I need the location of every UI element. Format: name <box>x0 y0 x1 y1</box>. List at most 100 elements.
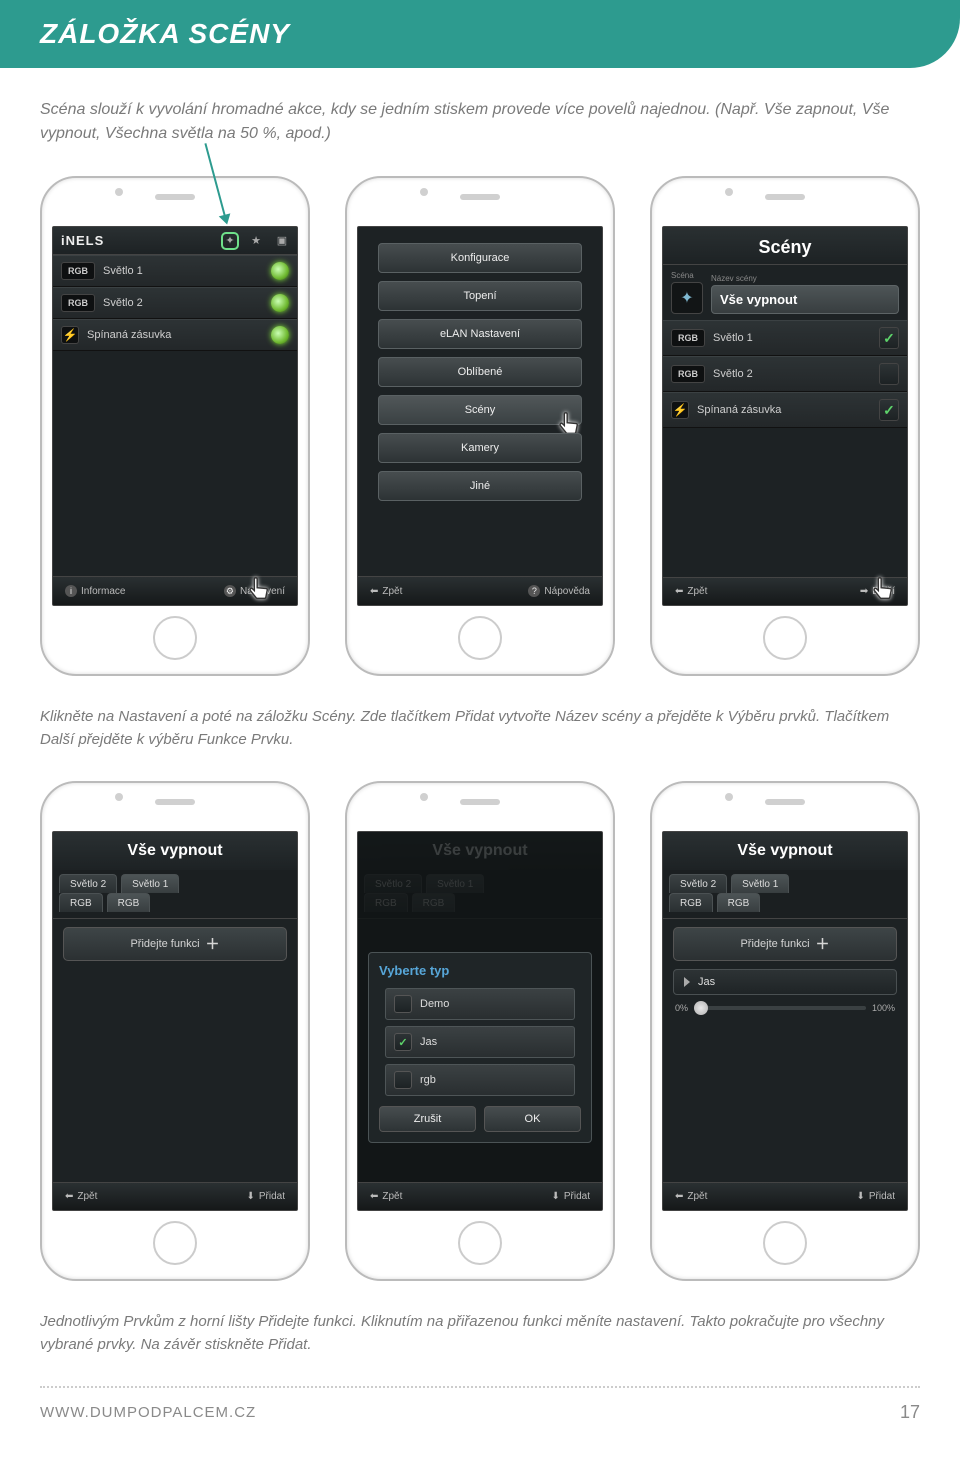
modal-option[interactable]: Demo <box>385 988 575 1020</box>
caption-2: Jednotlivým Prvkům z horní lišty Přidejt… <box>40 1311 920 1356</box>
subtab-rgb[interactable]: RGB <box>107 893 151 912</box>
home-button[interactable] <box>458 616 502 660</box>
add-function-button[interactable]: Přidejte funkci ＋ <box>673 927 897 961</box>
device-row[interactable]: RGB Světlo 2 <box>53 287 297 319</box>
star-icon[interactable]: ★ <box>249 234 263 248</box>
plus-icon: ＋ <box>206 934 220 954</box>
rgb-chip: RGB <box>61 294 95 312</box>
back-arrow-icon: ⬅ <box>675 1191 683 1202</box>
tab-svetlo1[interactable]: Světlo 1 <box>121 874 179 893</box>
hand-cursor-icon <box>243 575 277 606</box>
checkbox-icon <box>394 995 412 1013</box>
brand-logo: iNELS <box>61 233 104 248</box>
rgb-chip: RGB <box>671 365 705 383</box>
help-icon: ? <box>528 585 540 597</box>
home-button[interactable] <box>458 1221 502 1265</box>
intro-text: Scéna slouží k vyvolání hromadné akce, k… <box>40 98 920 146</box>
subtab-rgb[interactable]: RGB <box>717 893 761 912</box>
menu-item[interactable]: eLAN Nastavení <box>378 319 582 349</box>
screen-5: Vše vypnout Světlo 2 Světlo 1 RGB RGB Vy… <box>357 831 603 1211</box>
ok-button[interactable]: OK <box>484 1106 581 1132</box>
add-button[interactable]: ⬇Přidat <box>856 1191 895 1202</box>
phone-2: Konfigurace Topení eLAN Nastavení Oblíbe… <box>345 176 615 676</box>
subtab-rgb[interactable]: RGB <box>669 893 713 912</box>
device-row[interactable]: RGB Světlo 2 ✓ <box>663 356 907 392</box>
device-row[interactable]: RGB Světlo 1 <box>53 255 297 287</box>
back-button[interactable]: ⬅Zpět <box>370 585 402 597</box>
back-button[interactable]: ⬅Zpět <box>65 1191 97 1202</box>
info-button[interactable]: iInformace <box>65 585 125 597</box>
plug-icon: ⚡ <box>671 401 689 419</box>
hand-cursor-icon <box>867 575 901 606</box>
save-icon: ⬇ <box>551 1191 559 1202</box>
page-header: ZÁLOŽKA SCÉNY <box>0 0 960 68</box>
menu-item-scenes[interactable]: Scény <box>378 395 582 425</box>
menu-item[interactable]: Konfigurace <box>378 243 582 273</box>
tab-svetlo2[interactable]: Světlo 2 <box>59 874 117 893</box>
phone-5: Vše vypnout Světlo 2 Světlo 1 RGB RGB Vy… <box>345 781 615 1281</box>
screen-6: Vše vypnout Světlo 2 Světlo 1 RGB RGB Př… <box>662 831 908 1211</box>
page-title: ZÁLOŽKA SCÉNY <box>40 18 920 50</box>
scenes-icon[interactable]: ✦ <box>223 234 237 248</box>
device-row[interactable]: ⚡ Spínaná zásuvka ✓ <box>663 392 907 428</box>
phone-row-1: iNELS ✦ ★ ▣ RGB Světlo 1 RGB Světlo 2 <box>40 176 920 676</box>
save-icon: ⬇ <box>246 1191 254 1202</box>
tab-svetlo1[interactable]: Světlo 1 <box>426 874 484 893</box>
device-row[interactable]: ⚡ Spínaná zásuvka <box>53 319 297 351</box>
device-label: Světlo 2 <box>103 297 263 309</box>
home-button[interactable] <box>153 616 197 660</box>
back-button[interactable]: ⬅Zpět <box>675 586 707 597</box>
checkbox-icon[interactable]: ✓ <box>879 363 899 385</box>
back-arrow-icon: ⬅ <box>675 586 683 597</box>
device-label: Spínaná zásuvka <box>697 404 871 416</box>
screen-title: Vše vypnout <box>358 832 602 870</box>
scene-name-input[interactable]: Vše vypnout <box>711 285 899 314</box>
add-function-button[interactable]: Přidejte funkci ＋ <box>63 927 287 961</box>
help-button[interactable]: ?Nápověda <box>528 585 590 597</box>
menu-item[interactable]: Jiné <box>378 471 582 501</box>
back-arrow-icon: ⬅ <box>370 1191 378 1202</box>
device-label: Světlo 1 <box>103 265 263 277</box>
led-indicator-icon[interactable] <box>271 294 289 312</box>
phone-row-2: Vše vypnout Světlo 2 Světlo 1 RGB RGB Př… <box>40 781 920 1281</box>
checkbox-icon[interactable]: ✓ <box>879 399 899 421</box>
camera-icon[interactable]: ▣ <box>275 234 289 248</box>
screen-2: Konfigurace Topení eLAN Nastavení Oblíbe… <box>357 226 603 606</box>
modal-option[interactable]: ✓ Jas <box>385 1026 575 1058</box>
slider-knob-icon[interactable] <box>694 1001 708 1015</box>
function-item[interactable]: Jas <box>673 969 897 995</box>
subtab-rgb[interactable]: RGB <box>59 893 103 912</box>
scene-icon[interactable]: ✦ <box>671 282 703 314</box>
led-indicator-icon[interactable] <box>271 326 289 344</box>
checkbox-icon[interactable]: ✓ <box>879 327 899 349</box>
home-button[interactable] <box>763 1221 807 1265</box>
menu-item[interactable]: Kamery <box>378 433 582 463</box>
subtab-rgb[interactable]: RGB <box>412 893 456 912</box>
back-button[interactable]: ⬅Zpět <box>370 1191 402 1202</box>
col-label: Název scény <box>711 274 899 283</box>
back-button[interactable]: ⬅Zpět <box>675 1191 707 1202</box>
menu-item[interactable]: Oblíbené <box>378 357 582 387</box>
caption-1: Klikněte na Nastavení a poté na záložku … <box>40 706 920 751</box>
cancel-button[interactable]: Zrušit <box>379 1106 476 1132</box>
phone-6: Vše vypnout Světlo 2 Světlo 1 RGB RGB Př… <box>650 781 920 1281</box>
home-button[interactable] <box>153 1221 197 1265</box>
home-button[interactable] <box>763 616 807 660</box>
brightness-slider[interactable]: 0% 100% <box>675 1003 895 1013</box>
triangle-icon <box>684 977 690 987</box>
menu-item[interactable]: Topení <box>378 281 582 311</box>
subtab-rgb[interactable]: RGB <box>364 893 408 912</box>
led-indicator-icon[interactable] <box>271 262 289 280</box>
tab-svetlo2[interactable]: Světlo 2 <box>364 874 422 893</box>
add-button[interactable]: ⬇Přidat <box>246 1191 285 1202</box>
add-button[interactable]: ⬇Přidat <box>551 1191 590 1202</box>
modal-option[interactable]: rgb <box>385 1064 575 1096</box>
modal-title: Vyberte typ <box>379 963 581 978</box>
tab-svetlo1[interactable]: Světlo 1 <box>731 874 789 893</box>
screen-title: Vše vypnout <box>663 832 907 870</box>
checkbox-icon <box>394 1071 412 1089</box>
device-row[interactable]: RGB Světlo 1 ✓ <box>663 320 907 356</box>
screen-1: iNELS ✦ ★ ▣ RGB Světlo 1 RGB Světlo 2 <box>52 226 298 606</box>
tab-svetlo2[interactable]: Světlo 2 <box>669 874 727 893</box>
type-modal: Vyberte typ Demo ✓ Jas rgb Zrušit <box>368 952 592 1143</box>
